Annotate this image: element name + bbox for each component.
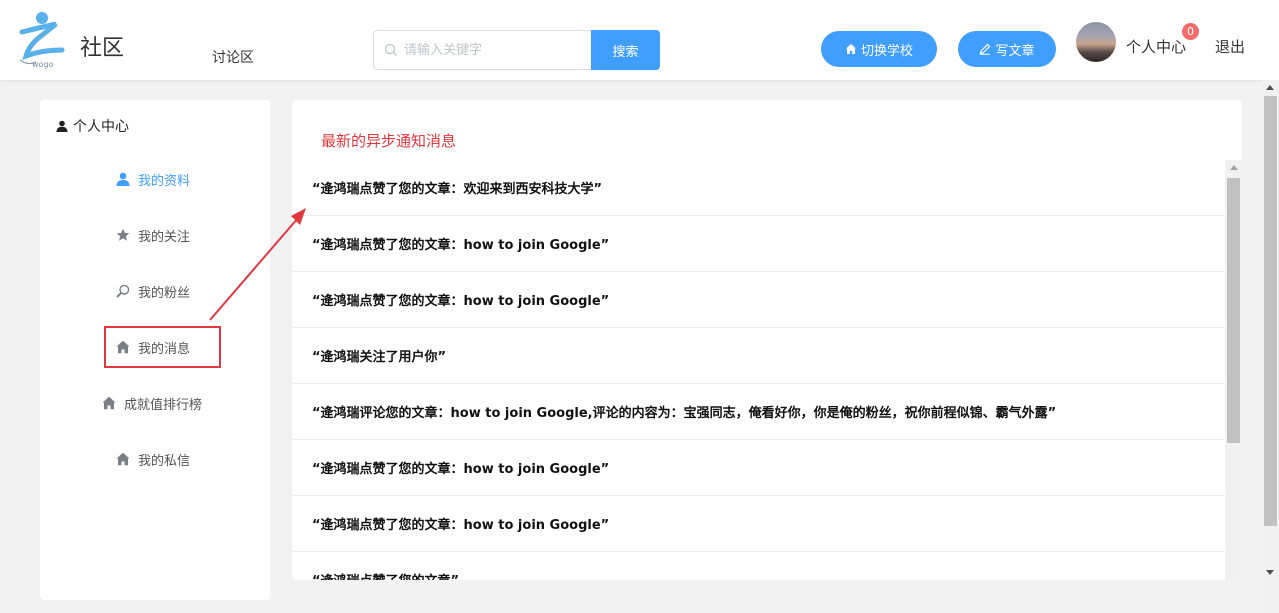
user-icon	[116, 172, 130, 186]
sidebar: 个人中心 我的资料 我的关注 我的粉丝 我的消息 成就值排行榜 我的私信	[40, 100, 270, 600]
sidebar-item-messages[interactable]: 我的消息	[104, 326, 221, 368]
scroll-up-arrow-icon[interactable]	[1266, 85, 1274, 90]
sidebar-item-label: 我的粉丝	[138, 285, 191, 301]
sidebar-title: 个人中心	[56, 116, 129, 136]
search-button[interactable]: 搜索	[591, 30, 660, 70]
list-item[interactable]: “逄鸿瑞评论您的文章：how to join Google,评论的内容为：宝强同…	[292, 384, 1225, 440]
sidebar-title-label: 个人中心	[73, 119, 129, 135]
list-item[interactable]: “逄鸿瑞点赞了您的文章”	[292, 552, 1225, 580]
write-article-button[interactable]: 写文章	[958, 31, 1056, 67]
sidebar-item-label: 成就值排行榜	[124, 397, 203, 413]
home-icon	[116, 452, 130, 466]
messages-panel: 最新的异步通知消息 “逄鸿瑞点赞了您的文章：欢迎来到西安科技大学” “逄鸿瑞点赞…	[292, 100, 1242, 580]
scroll-up-arrow-icon[interactable]	[1230, 165, 1238, 170]
switch-school-label: 切换学校	[860, 43, 913, 59]
page-title: 最新的异步通知消息	[321, 132, 457, 150]
list-item[interactable]: “逄鸿瑞点赞了您的文章：欢迎来到西安科技大学”	[292, 160, 1225, 216]
sidebar-item-following[interactable]: 我的关注	[116, 217, 190, 253]
sidebar-item-profile[interactable]: 我的资料	[116, 161, 190, 197]
logo-icon[interactable]: wogo	[18, 10, 74, 70]
list-item[interactable]: “逄鸿瑞关注了用户你”	[292, 328, 1225, 384]
magnify-icon	[116, 284, 130, 298]
sidebar-item-fans[interactable]: 我的粉丝	[116, 273, 190, 309]
message-list[interactable]: “逄鸿瑞点赞了您的文章：欢迎来到西安科技大学” “逄鸿瑞点赞了您的文章：how …	[292, 160, 1225, 580]
user-icon	[56, 120, 68, 132]
star-icon	[116, 228, 130, 241]
message-list-scrollbar[interactable]	[1225, 160, 1242, 580]
switch-school-button[interactable]: 切换学校	[821, 31, 937, 67]
scrollbar-thumb[interactable]	[1264, 96, 1277, 526]
list-item[interactable]: “逄鸿瑞点赞了您的文章：how to join Google”	[292, 216, 1225, 272]
scroll-down-arrow-icon[interactable]	[1266, 570, 1274, 575]
search-box	[373, 30, 591, 70]
page-scrollbar[interactable]	[1262, 80, 1279, 613]
sidebar-item-private-messages[interactable]: 我的私信	[116, 441, 190, 477]
logout-link[interactable]: 退出	[1215, 36, 1245, 57]
list-item[interactable]: “逄鸿瑞点赞了您的文章：how to join Google”	[292, 272, 1225, 328]
search-input[interactable]	[404, 39, 584, 61]
avatar[interactable]	[1076, 22, 1116, 62]
search-icon	[384, 43, 397, 56]
scrollbar-thumb[interactable]	[1227, 178, 1240, 443]
sidebar-item-label: 我的私信	[138, 453, 191, 469]
logo-sub: wogo	[32, 60, 54, 69]
sidebar-item-label: 我的资料	[138, 173, 191, 189]
site-title[interactable]: 社区	[80, 30, 124, 62]
list-item[interactable]: “逄鸿瑞点赞了您的文章：how to join Google”	[292, 496, 1225, 552]
top-header: wogo 社区 讨论区 搜索 切换学校 写文章 个人中心 0 退出	[0, 0, 1279, 80]
home-icon	[116, 340, 130, 354]
home-icon	[845, 44, 856, 54]
sidebar-item-label: 我的关注	[138, 229, 191, 245]
home-icon	[102, 396, 116, 410]
sidebar-item-leaderboard[interactable]: 成就值排行榜	[102, 385, 202, 421]
user-center-link[interactable]: 个人中心	[1126, 36, 1186, 57]
notification-badge: 0	[1181, 22, 1200, 41]
sidebar-item-label: 我的消息	[138, 341, 191, 357]
list-item[interactable]: “逄鸿瑞点赞了您的文章：how to join Google”	[292, 440, 1225, 496]
nav-forum-link[interactable]: 讨论区	[212, 47, 254, 67]
edit-icon	[980, 43, 991, 55]
write-article-label: 写文章	[995, 43, 1035, 59]
